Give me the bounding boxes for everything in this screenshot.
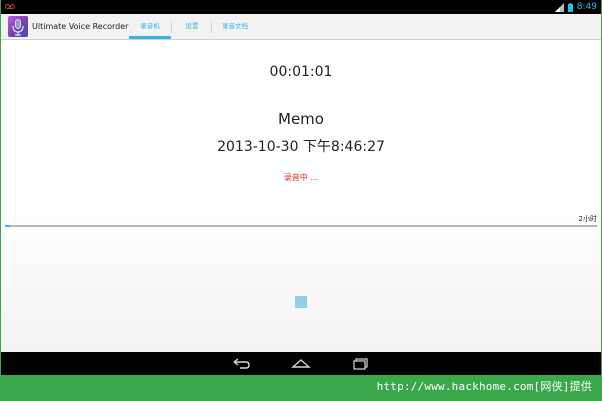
voicemail-icon: [5, 4, 15, 9]
app-title: Ultimate Voice Recorder: [32, 22, 129, 31]
watermark: http://www.hackhome.com[网侠]提供: [376, 380, 592, 393]
memo-datetime: 2013-10-30 下午8:46:27: [217, 139, 385, 155]
tab-recorder[interactable]: 录音机: [129, 14, 171, 39]
tab-label: 录音机: [140, 22, 160, 30]
clock: 8:49: [576, 2, 597, 12]
action-bar: Ultimate Voice Recorder 录音机 设置 录音文档: [1, 14, 601, 40]
tab-divider: [211, 21, 212, 33]
back-icon[interactable]: [230, 356, 252, 371]
tab-settings[interactable]: 设置: [173, 14, 211, 39]
progress-fill: [5, 225, 11, 227]
stop-icon[interactable]: [295, 296, 307, 308]
battery-icon: [567, 2, 573, 12]
tab-label: 录音文档: [222, 22, 248, 30]
signal-icon: [554, 2, 564, 12]
tab-label: 设置: [185, 22, 199, 30]
microphone-app-icon[interactable]: [8, 16, 28, 37]
recording-progress-bar: [5, 225, 597, 227]
screenshot-frame: 8:49 Ultimate Voice Recorder 录音机 设置 录音文档…: [0, 0, 602, 401]
recents-icon[interactable]: [350, 356, 372, 371]
elapsed-timer: 00:01:01: [269, 64, 333, 80]
tab-divider: [171, 21, 172, 33]
recording-status: 录音中 ...: [283, 173, 319, 182]
device-screen: 8:49 Ultimate Voice Recorder 录音机 设置 录音文档…: [1, 0, 601, 375]
status-icons: 8:49: [554, 1, 597, 13]
status-bar: 8:49: [1, 0, 601, 14]
memo-title: Memo: [278, 110, 324, 128]
navigation-bar: [1, 352, 601, 375]
tab-recordings[interactable]: 录音文档: [213, 14, 257, 39]
max-duration-label: 2小时: [578, 215, 597, 223]
recorder-panel: 00:01:01 Memo 2013-10-30 下午8:46:27 录音中 .…: [1, 40, 601, 352]
home-icon[interactable]: [290, 356, 312, 371]
